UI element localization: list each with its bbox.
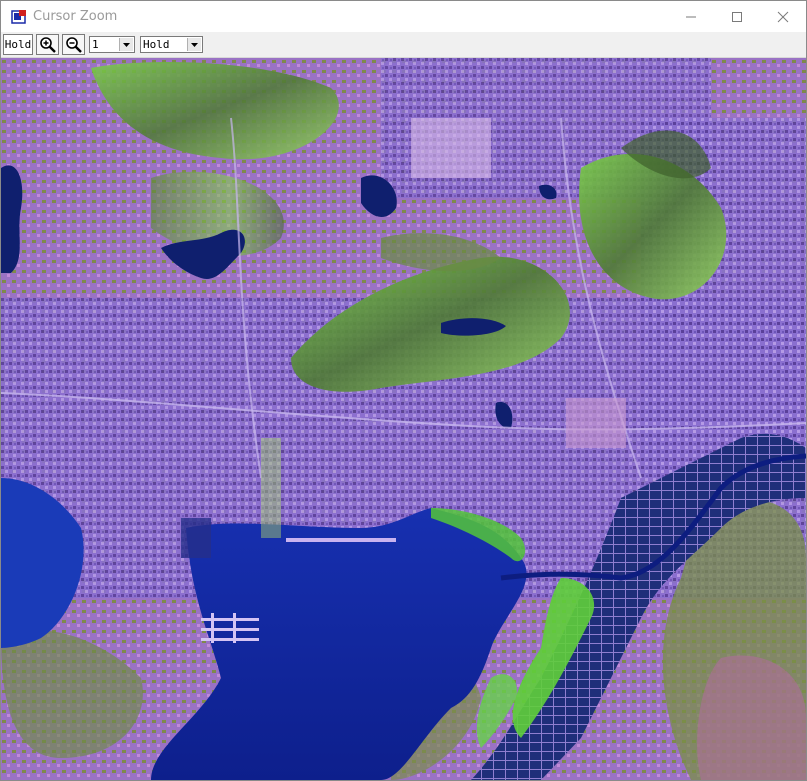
zoom-in-icon (39, 36, 56, 53)
chevron-down-icon (187, 38, 201, 51)
toolbar: Hold 1 Hold (1, 32, 806, 58)
zoom-out-icon (65, 36, 82, 53)
window-title: Cursor Zoom (33, 9, 118, 24)
zoom-factor-value: 1 (92, 38, 99, 51)
minimize-icon (686, 16, 696, 17)
zoom-out-button[interactable] (62, 34, 85, 55)
close-button[interactable] (760, 1, 806, 32)
satellite-image (1, 58, 806, 780)
window-controls (668, 1, 806, 32)
app-icon (11, 9, 27, 25)
hold-button[interactable]: Hold (3, 34, 33, 55)
image-viewport[interactable] (1, 58, 806, 780)
chevron-down-icon (119, 38, 133, 51)
minimize-button[interactable] (668, 1, 714, 32)
maximize-button[interactable] (714, 1, 760, 32)
title-bar[interactable]: Cursor Zoom (1, 1, 806, 32)
cursor-zoom-window: Cursor Zoom Hold 1 Hold (0, 0, 807, 781)
close-icon (777, 11, 789, 22)
zoom-in-button[interactable] (36, 34, 59, 55)
maximize-icon (732, 11, 742, 22)
mode-select[interactable]: Hold (140, 36, 203, 53)
mode-value: Hold (143, 38, 170, 51)
zoom-factor-select[interactable]: 1 (89, 36, 135, 53)
